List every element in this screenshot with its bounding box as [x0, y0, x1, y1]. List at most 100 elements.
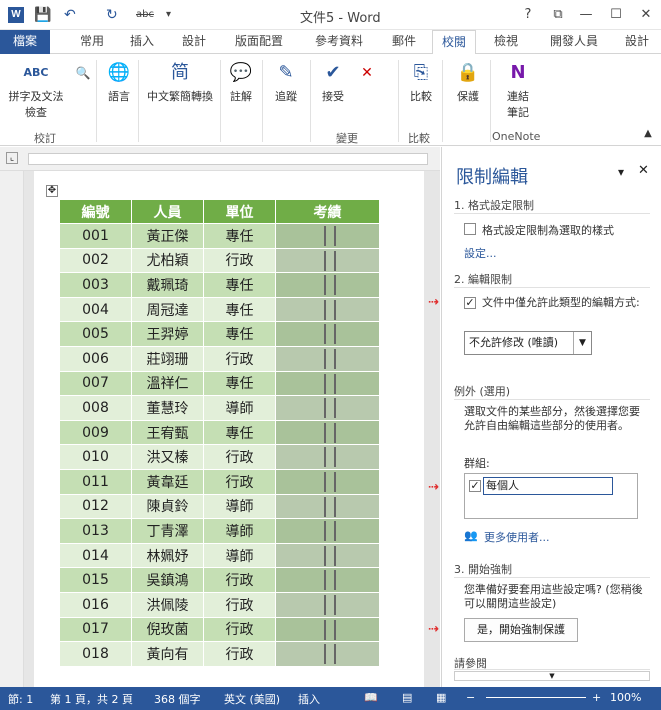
cell-id[interactable]: 018 [59, 641, 132, 667]
save-icon[interactable]: 💾 [34, 5, 51, 25]
cell-score-editable[interactable] [275, 296, 380, 323]
accept-button[interactable]: ✔ 接受 [316, 60, 350, 104]
section-indicator[interactable]: 節: 1 [8, 691, 33, 707]
cell-person[interactable]: 洪佩陵 [131, 591, 204, 618]
cell-id[interactable]: 016 [59, 591, 132, 618]
language-button[interactable]: 🌐 語言 [102, 60, 136, 104]
cell-score-editable[interactable] [275, 493, 380, 520]
maximize-button[interactable]: ☐ [604, 5, 628, 25]
comment-button[interactable]: 💬 註解 [224, 60, 258, 104]
pane-close-icon[interactable]: ✕ [638, 163, 649, 178]
cell-id[interactable]: 012 [59, 493, 132, 520]
cell-unit[interactable]: 導師 [203, 395, 276, 421]
page-indicator[interactable]: 第 1 頁，共 2 頁 [50, 691, 133, 707]
protect-button[interactable]: 🔒 保護 [448, 60, 488, 104]
cell-score-editable[interactable] [275, 444, 380, 470]
tab-table-design[interactable]: 設計 [622, 30, 652, 54]
cell-id[interactable]: 014 [59, 542, 132, 569]
zoom-in-icon[interactable]: + [592, 691, 601, 704]
cell-person[interactable]: 周冠達 [131, 296, 204, 323]
onenote-link-button[interactable]: N 連結 筆記 [494, 60, 542, 120]
cell-person[interactable]: 倪玫菌 [131, 616, 204, 643]
cell-person[interactable]: 黃韋廷 [131, 468, 204, 495]
spelling-grammar-button[interactable]: ABC 拼字及文法 檢查 [4, 60, 68, 120]
cell-score-editable[interactable] [275, 542, 380, 569]
cell-unit[interactable]: 專任 [203, 321, 276, 347]
tab-review[interactable]: 校閱 [432, 30, 476, 55]
tab-references[interactable]: 參考資料 [306, 30, 372, 54]
cell-id[interactable]: 013 [59, 518, 132, 544]
cell-person[interactable]: 陳貞鈴 [131, 493, 204, 520]
word-logo-icon[interactable]: W [8, 7, 24, 23]
tab-file[interactable]: 檔案 [0, 30, 50, 54]
tab-developer[interactable]: 開發人員 [544, 30, 604, 54]
cell-unit[interactable]: 專任 [203, 272, 276, 298]
customize-qat-icon[interactable]: ▾ [166, 5, 171, 25]
insert-mode[interactable]: 插入 [298, 691, 320, 707]
cell-id[interactable]: 017 [59, 616, 132, 643]
cell-id[interactable]: 005 [59, 321, 132, 347]
tab-mailings[interactable]: 郵件 [386, 30, 422, 54]
compare-button[interactable]: ⎘ 比較 [404, 60, 438, 104]
tab-design[interactable]: 設計 [176, 30, 212, 54]
tab-insert[interactable]: 插入 [124, 30, 160, 54]
cell-unit[interactable]: 導師 [203, 493, 276, 520]
cell-person[interactable]: 溫祥仁 [131, 370, 204, 397]
word-count[interactable]: 368 個字 [154, 691, 201, 707]
cell-person[interactable]: 吳鎮鴻 [131, 567, 204, 593]
cell-score-editable[interactable] [275, 247, 380, 274]
cell-person[interactable]: 莊翊珊 [131, 345, 204, 372]
cell-unit[interactable]: 專任 [203, 223, 276, 249]
cell-unit[interactable]: 專任 [203, 370, 276, 397]
zoom-out-icon[interactable]: − [466, 691, 475, 704]
cell-unit[interactable]: 行政 [203, 591, 276, 618]
cell-person[interactable]: 丁青澤 [131, 518, 204, 544]
redo-icon[interactable]: ↻ [106, 5, 118, 25]
collapse-ribbon-icon[interactable]: ▲ [640, 126, 656, 139]
strikethrough-button[interactable]: abc [136, 5, 154, 25]
format-restriction-checkbox[interactable] [464, 223, 476, 235]
help-button[interactable]: ? [516, 5, 540, 25]
document-page[interactable]: ✥ 編號 人員 單位 考績 001 黃正傑 專任 002 尤柏穎 行政 003 戴珮琦 專任 00… [34, 171, 424, 687]
reject-icon[interactable]: ✕ [354, 60, 374, 88]
cell-score-editable[interactable] [275, 321, 380, 347]
cell-unit[interactable]: 行政 [203, 345, 276, 372]
table-move-handle-icon[interactable]: ✥ [46, 185, 58, 197]
tab-selector-icon[interactable]: ⌞ [6, 152, 18, 164]
cell-id[interactable]: 010 [59, 444, 132, 470]
cell-id[interactable]: 004 [59, 296, 132, 323]
web-layout-icon[interactable]: ▦ [436, 691, 446, 704]
cell-person[interactable]: 尤柏穎 [131, 247, 204, 274]
everyone-item[interactable]: 每個人 [483, 477, 613, 495]
zoom-slider[interactable] [486, 697, 586, 698]
cell-person[interactable]: 黃正傑 [131, 223, 204, 249]
language-indicator[interactable]: 英文 (美國) [224, 691, 280, 707]
tab-layout[interactable]: 版面配置 [226, 30, 292, 54]
cell-id[interactable]: 006 [59, 345, 132, 372]
cell-unit[interactable]: 專任 [203, 296, 276, 323]
cell-id[interactable]: 001 [59, 223, 132, 249]
cell-id[interactable]: 007 [59, 370, 132, 397]
everyone-checkbox[interactable]: ✓ [469, 480, 481, 492]
cell-unit[interactable]: 專任 [203, 419, 276, 446]
close-button[interactable]: ✕ [634, 5, 658, 25]
start-enforcing-button[interactable]: 是，開始強制保護 [464, 618, 578, 642]
horizontal-ruler[interactable] [28, 153, 428, 165]
see-also-scroll[interactable]: ▼ [454, 671, 650, 681]
cell-unit[interactable]: 行政 [203, 567, 276, 593]
cell-id[interactable]: 015 [59, 567, 132, 593]
cell-person[interactable]: 董慧玲 [131, 395, 204, 421]
cell-score-editable[interactable] [275, 591, 380, 618]
editing-type-dropdown[interactable]: 不允許修改 (唯讀) ▼ [464, 331, 592, 355]
tab-view[interactable]: 檢視 [488, 30, 524, 54]
cell-unit[interactable]: 行政 [203, 247, 276, 274]
cell-score-editable[interactable] [275, 345, 380, 372]
research-icon[interactable]: 🔍 [70, 60, 91, 88]
cell-id[interactable]: 002 [59, 247, 132, 274]
cell-score-editable[interactable] [275, 641, 380, 667]
cell-score-editable[interactable] [275, 395, 380, 421]
cell-score-editable[interactable] [275, 370, 380, 397]
ribbon-display-button[interactable]: ⧉ [546, 5, 570, 25]
tab-home[interactable]: 常用 [74, 30, 110, 54]
cell-person[interactable]: 林姵妤 [131, 542, 204, 569]
